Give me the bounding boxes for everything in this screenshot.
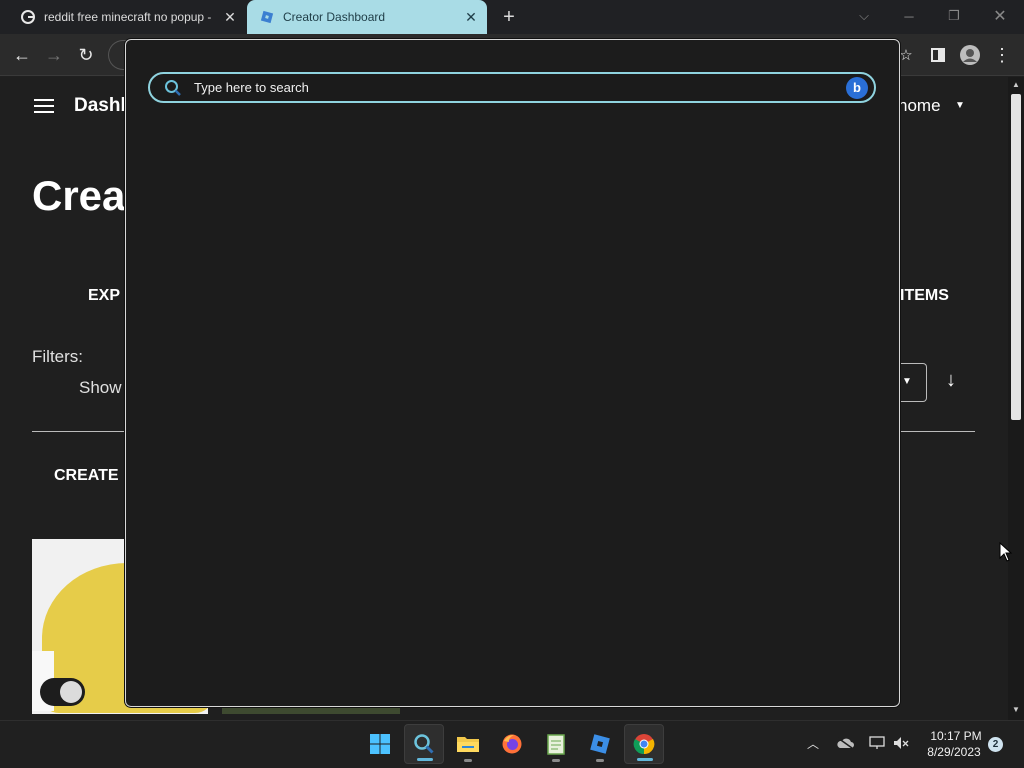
network-icon[interactable] (866, 732, 888, 754)
profile-avatar-icon[interactable] (957, 42, 983, 68)
onedrive-icon[interactable] (834, 732, 856, 754)
scroll-up-icon[interactable]: ▲ (1009, 80, 1023, 90)
clock-date[interactable]: 8/29/2023 (922, 745, 986, 759)
tab-search-icon[interactable]: ⌵ (850, 4, 878, 28)
mouse-cursor-icon (999, 542, 1013, 562)
scrollbar-thumb[interactable] (1011, 94, 1021, 420)
volume-muted-icon[interactable] (890, 732, 912, 754)
forward-icon[interactable]: → (41, 42, 67, 68)
dashboard-title: Dashb (74, 95, 133, 116)
tab-creator-dashboard[interactable]: Creator Dashboard ✕ (247, 0, 487, 34)
minimize-icon[interactable]: ─ (895, 4, 923, 28)
search-input[interactable] (194, 80, 846, 95)
windows-search-panel (125, 39, 900, 707)
tab-title: Creator Dashboard (283, 10, 386, 24)
filters-label: Filters: (32, 347, 83, 366)
caret-down-icon[interactable]: ▼ (955, 100, 965, 111)
close-tab-icon[interactable]: ✕ (461, 7, 481, 27)
page-heading: Crea (32, 172, 126, 219)
scroll-down-icon[interactable]: ▼ (1009, 705, 1023, 715)
restore-icon[interactable]: ❐ (940, 4, 968, 28)
windows-start-icon[interactable] (360, 724, 400, 764)
notification-badge[interactable]: 2 (988, 737, 1003, 752)
caret-down-icon[interactable]: ▼ (902, 376, 912, 387)
bing-icon[interactable]: b (846, 76, 868, 99)
hamburger-menu-icon[interactable] (34, 99, 54, 115)
taskbar-search-icon[interactable] (404, 724, 444, 764)
roblox-icon (259, 9, 275, 25)
side-panel-icon[interactable] (925, 42, 951, 68)
reload-icon[interactable]: ↻ (73, 42, 99, 68)
back-icon[interactable]: ← (9, 42, 35, 68)
search-box[interactable]: b (148, 72, 876, 103)
show-hidden-icons-icon[interactable]: ︿ (802, 732, 824, 754)
firefox-icon[interactable] (492, 724, 532, 764)
browser-menu-icon[interactable]: ⋮ (989, 42, 1015, 68)
close-tab-icon[interactable]: ✕ (220, 7, 240, 27)
create-section-label: CREATE (54, 467, 119, 484)
close-window-icon[interactable]: ✕ (986, 4, 1014, 28)
google-icon (20, 9, 36, 25)
file-explorer-icon[interactable] (448, 724, 488, 764)
tab-items[interactable]: ITEMS (900, 287, 949, 305)
notepad-icon[interactable] (536, 724, 576, 764)
chrome-icon[interactable] (624, 724, 664, 764)
sort-direction-icon[interactable]: ↓ (939, 369, 963, 393)
home-link[interactable]: home (898, 96, 941, 116)
roblox-avatar-icon (60, 681, 82, 703)
show-filter-label: Show (79, 378, 122, 397)
search-icon (162, 77, 184, 99)
clock-time[interactable]: 10:17 PM (926, 729, 986, 743)
roblox-studio-icon[interactable] (580, 724, 620, 764)
tab-title: reddit free minecraft no popup - (44, 10, 212, 24)
new-tab-button[interactable]: + (496, 5, 522, 29)
tab-reddit-search[interactable]: reddit free minecraft no popup - ✕ (8, 0, 246, 34)
experience-thumbnail-2[interactable] (222, 706, 400, 714)
tab-experiences[interactable]: EXP (88, 287, 120, 305)
